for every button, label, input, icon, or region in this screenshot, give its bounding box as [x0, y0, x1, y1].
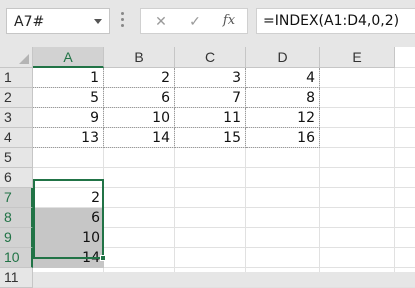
row-header-1[interactable]: 1	[0, 68, 33, 88]
column-header-b[interactable]: B	[104, 47, 175, 68]
name-box-value[interactable]: A7#	[14, 14, 44, 30]
row-header-7[interactable]: 7	[0, 188, 33, 208]
cell[interactable]: 12	[246, 108, 320, 128]
formula-bar-area: A7# ✕ ✓ fx =INDEX(A1:D4,0,2)	[0, 0, 415, 47]
cell[interactable]: 10	[104, 108, 175, 128]
row-header-4[interactable]: 4	[0, 128, 33, 148]
insert-function-icon[interactable]: fx	[219, 13, 239, 28]
spreadsheet-grid[interactable]: A B C D E 1 2 3 4 5 6 7 8 9 10 11 1 2 3 4 5 6 7 8 9 10 11 12 13 14 15 1…	[0, 47, 415, 288]
fill-handle[interactable]	[100, 255, 106, 261]
gridline	[394, 68, 395, 272]
column-header-d[interactable]: D	[246, 47, 320, 68]
formula-buttons: ✕ ✓ fx	[140, 8, 248, 34]
row-header-9[interactable]: 9	[0, 228, 33, 248]
cell[interactable]: 14	[104, 128, 175, 148]
cell[interactable]: 6	[104, 88, 175, 108]
spill-result-cell[interactable]: 6	[33, 208, 104, 228]
chevron-down-icon[interactable]	[94, 19, 102, 24]
row-header-6[interactable]: 6	[0, 168, 33, 188]
spill-result-cell[interactable]: 14	[33, 248, 104, 268]
cancel-icon[interactable]: ✕	[151, 13, 171, 30]
cell[interactable]: 8	[246, 88, 320, 108]
cell[interactable]: 11	[175, 108, 246, 128]
row-header-11[interactable]: 11	[0, 268, 33, 288]
cell[interactable]: 3	[175, 68, 246, 88]
cell[interactable]: 15	[175, 128, 246, 148]
column-header-c[interactable]: C	[175, 47, 246, 68]
cell[interactable]: 7	[175, 88, 246, 108]
column-header-a[interactable]: A	[33, 47, 104, 68]
row-header-8[interactable]: 8	[0, 208, 33, 228]
formula-text[interactable]: =INDEX(A1:D4,0,2)	[263, 13, 399, 29]
cell[interactable]: 1	[33, 68, 104, 88]
cell[interactable]: 16	[246, 128, 320, 148]
spill-result-cell[interactable]: 10	[33, 228, 104, 248]
cell[interactable]: 2	[104, 68, 175, 88]
column-header-e[interactable]: E	[320, 47, 395, 68]
row-header-2[interactable]: 2	[0, 88, 33, 108]
name-box[interactable]: A7#	[6, 8, 110, 34]
cell[interactable]: 9	[33, 108, 104, 128]
enter-icon[interactable]: ✓	[185, 13, 205, 30]
gridline	[33, 167, 415, 168]
drag-handle-icon[interactable]	[121, 12, 125, 32]
select-all-icon[interactable]	[19, 54, 29, 64]
spill-result-cell[interactable]: 2	[33, 188, 104, 208]
formula-input[interactable]: =INDEX(A1:D4,0,2)	[256, 8, 415, 34]
cell[interactable]: 5	[33, 88, 104, 108]
cell[interactable]: 13	[33, 128, 104, 148]
select-all-button[interactable]	[0, 47, 33, 68]
cell[interactable]: 4	[246, 68, 320, 88]
row-header-10[interactable]: 10	[0, 248, 33, 268]
row-header-3[interactable]: 3	[0, 108, 33, 128]
row-header-5[interactable]: 5	[0, 148, 33, 168]
